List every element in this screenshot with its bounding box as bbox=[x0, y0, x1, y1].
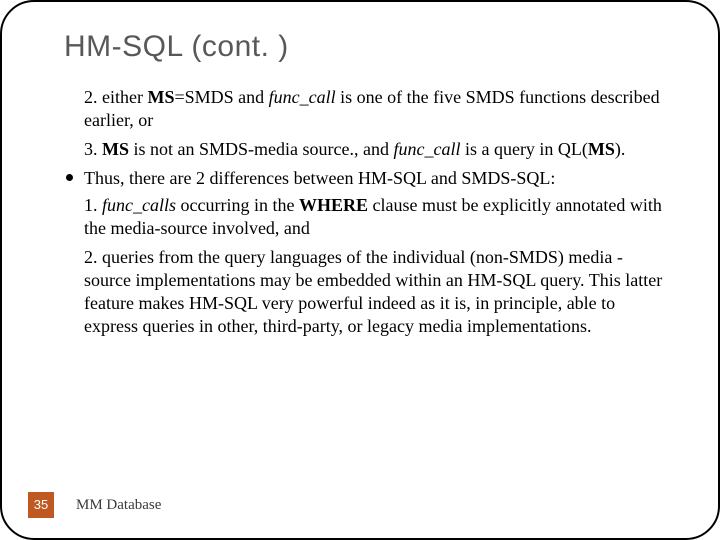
text: ). bbox=[615, 139, 626, 159]
point-3: 3. MS is not an SMDS-media source., and … bbox=[84, 138, 668, 161]
slide-title: HM-SQL (cont. ) bbox=[64, 30, 678, 64]
ms-term: MS bbox=[102, 139, 129, 159]
diff-1: 1. func_calls occurring in the WHERE cla… bbox=[84, 194, 668, 240]
text: =SMDS and bbox=[174, 87, 268, 107]
diff-2: 2. queries from the query languages of t… bbox=[84, 246, 668, 338]
func-call-term: func_call bbox=[393, 139, 460, 159]
ms-term: MS bbox=[588, 139, 615, 159]
text: 2. either bbox=[84, 87, 147, 107]
slide-footer: 35 MM Database bbox=[2, 492, 718, 518]
where-term: WHERE bbox=[299, 195, 368, 215]
text: Thus, there are 2 differences between HM… bbox=[84, 168, 555, 188]
slide-body: 2. either MS=SMDS and func_call is one o… bbox=[84, 86, 668, 338]
text: is not an SMDS-media source., and bbox=[129, 139, 393, 159]
text: is a query in QL( bbox=[460, 139, 587, 159]
text: 3. bbox=[84, 139, 102, 159]
text: occurring in the bbox=[176, 195, 299, 215]
slide-frame: HM-SQL (cont. ) 2. either MS=SMDS and fu… bbox=[0, 0, 720, 540]
bullet-thus: Thus, there are 2 differences between HM… bbox=[66, 167, 668, 190]
footer-label: MM Database bbox=[76, 492, 161, 518]
page-number-badge: 35 bbox=[28, 492, 54, 518]
point-2: 2. either MS=SMDS and func_call is one o… bbox=[84, 86, 668, 132]
ms-term: MS bbox=[147, 87, 174, 107]
text: 1. bbox=[84, 195, 102, 215]
func-call-term: func_call bbox=[269, 87, 336, 107]
func-calls-term: func_calls bbox=[102, 195, 176, 215]
text: 2. queries from the query languages of t… bbox=[84, 247, 662, 336]
